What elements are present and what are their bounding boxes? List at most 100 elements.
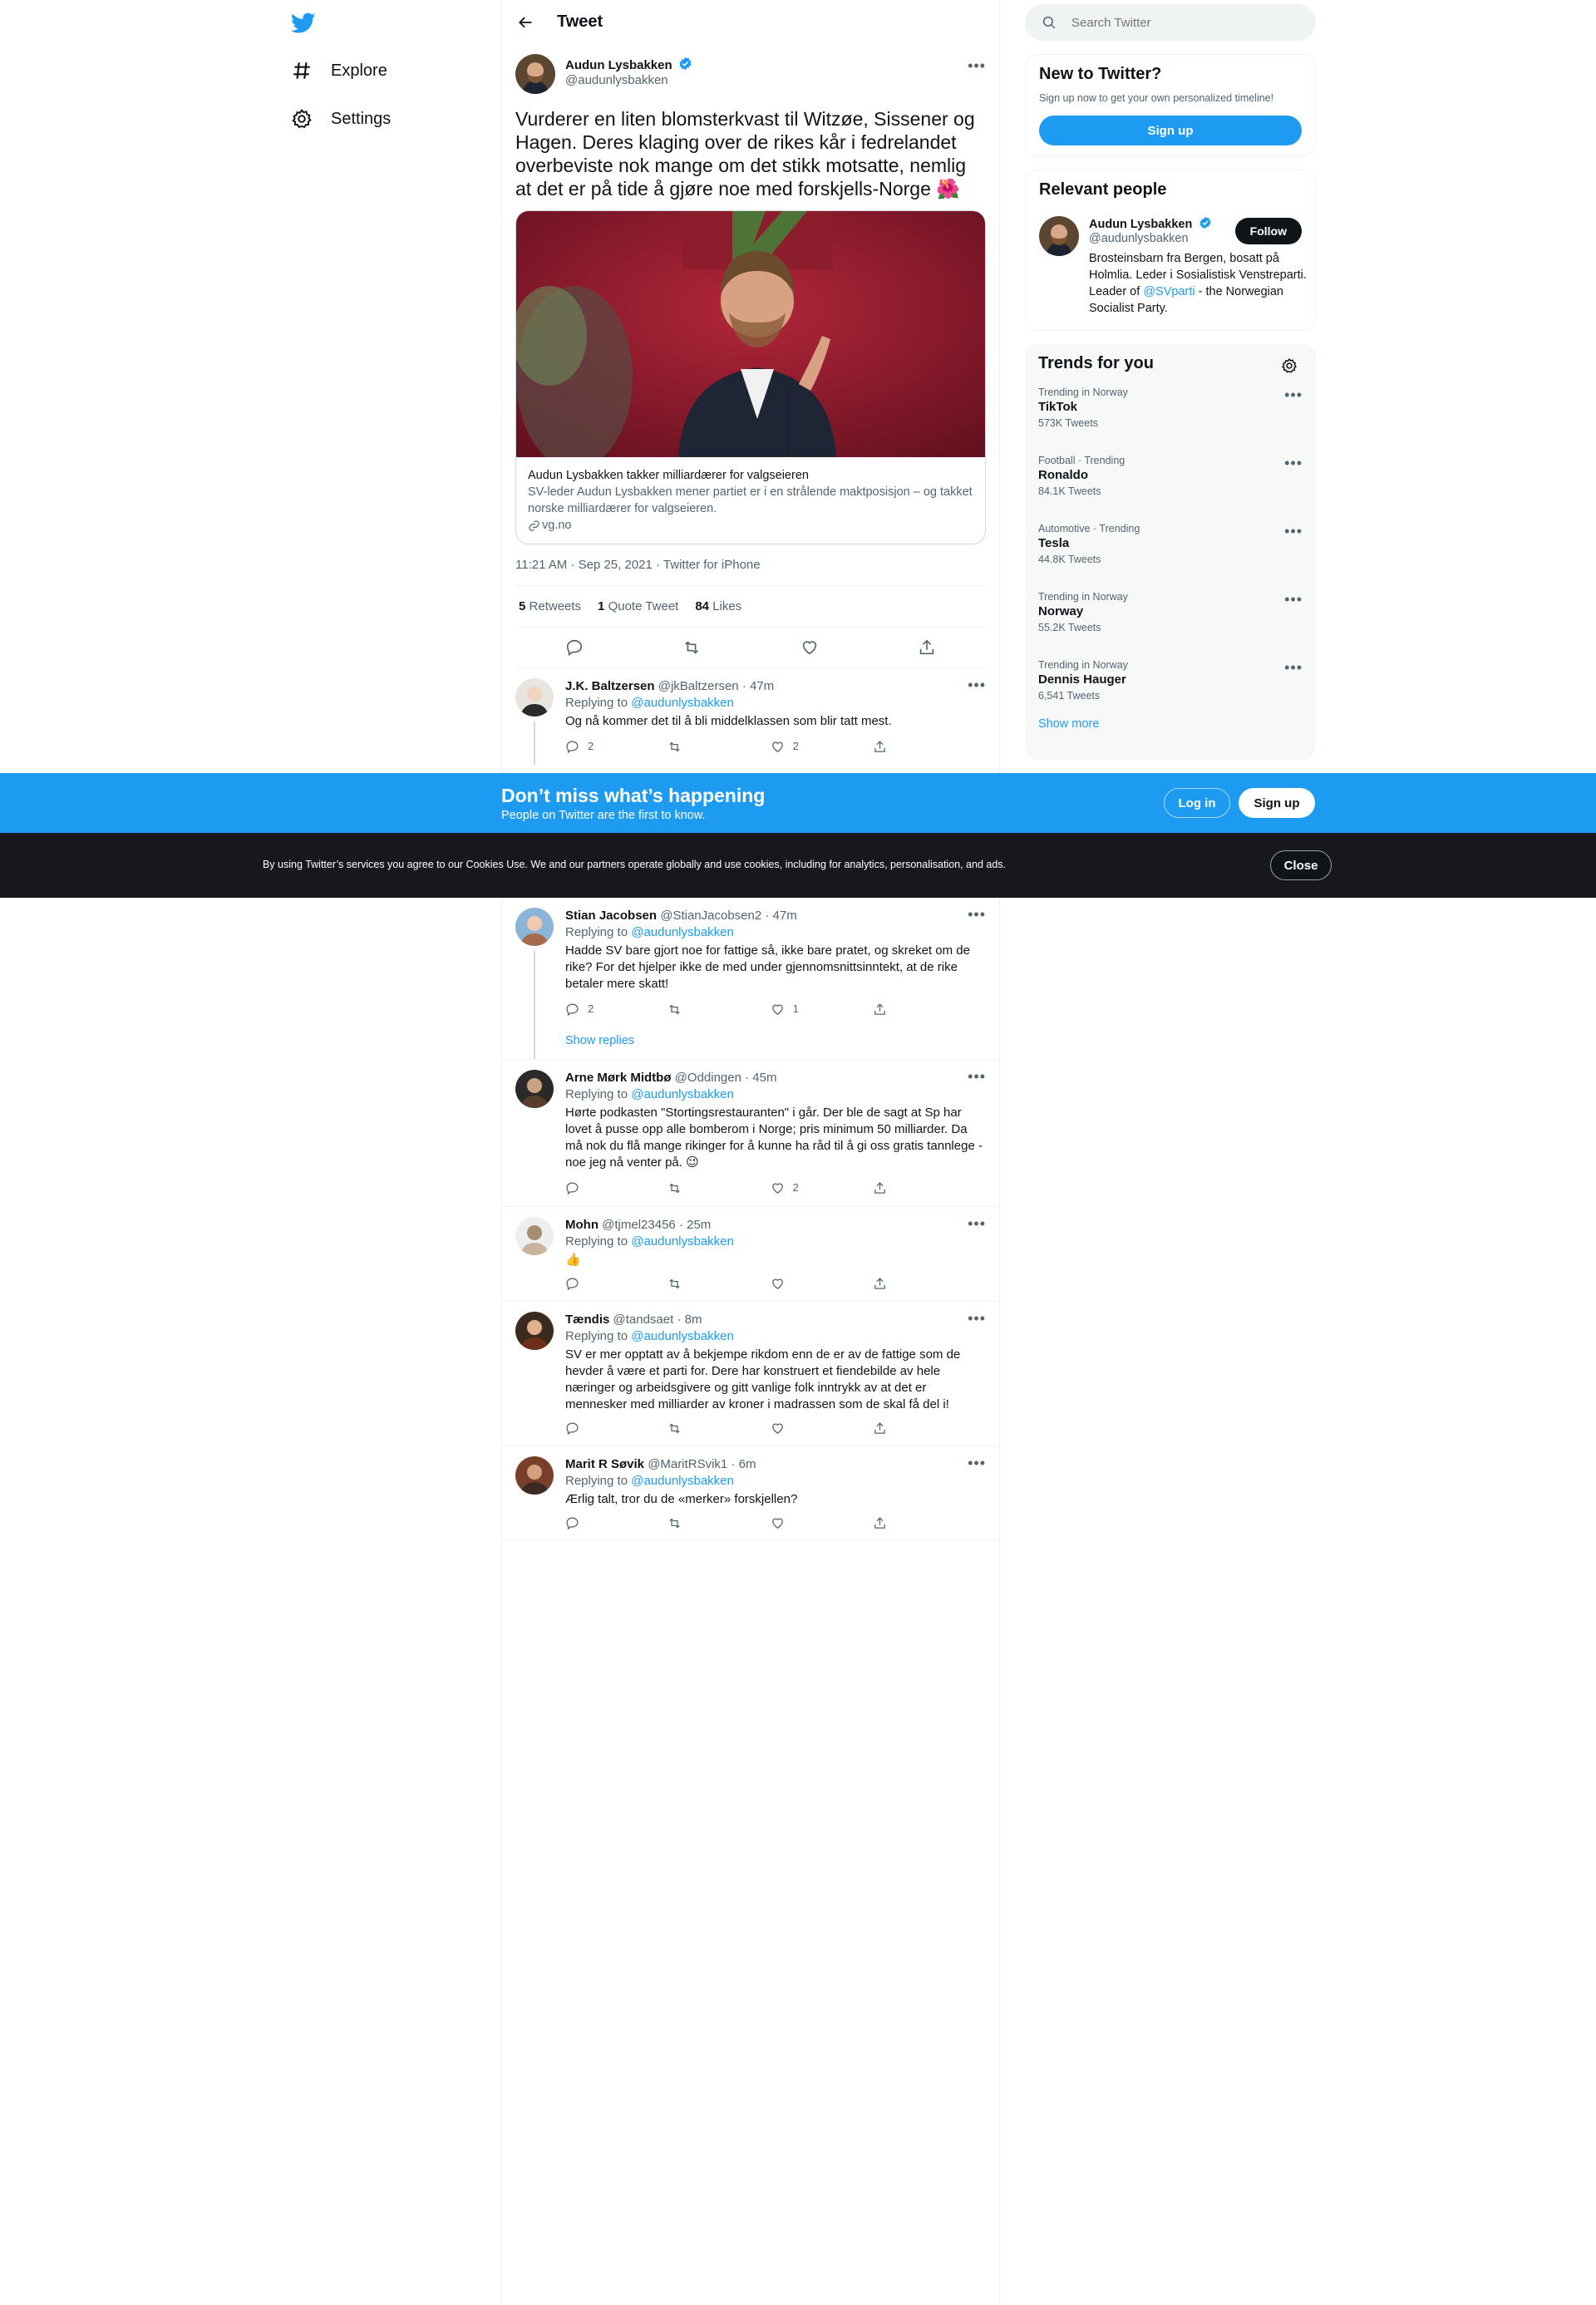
author-handle[interactable]: @audunlysbakken [565, 73, 692, 87]
reply-action-reply[interactable]: 2 [565, 738, 615, 755]
back-arrow-icon[interactable] [517, 14, 534, 31]
reply-action-like[interactable] [771, 1277, 820, 1291]
reply-author-handle[interactable]: @StianJacobsen2 [660, 909, 761, 923]
signup-button[interactable]: Sign up [1039, 116, 1302, 145]
reply-action-reply[interactable] [565, 1421, 615, 1436]
reply-action-retweet[interactable] [667, 1421, 717, 1436]
reply-more-options-icon[interactable]: ••• [968, 1455, 986, 1471]
trend-more-options-icon[interactable]: ••• [1284, 523, 1303, 540]
reply-more-options-icon[interactable]: ••• [968, 677, 986, 693]
reply-author-name[interactable]: Arne Mørk Midtbø [565, 1071, 672, 1085]
reply-avatar[interactable] [515, 1070, 554, 1108]
reply-action-reply[interactable] [565, 1277, 615, 1291]
bio-link[interactable]: @SVparti [1143, 285, 1195, 298]
trend-more-options-icon[interactable]: ••• [1284, 659, 1303, 677]
tweet-timestamp[interactable]: 11:21 AM · Sep 25, 2021 · Twitter for iP… [515, 558, 986, 586]
login-button[interactable]: Log in [1164, 788, 1230, 818]
reply-action-reply[interactable]: 2 [565, 1001, 615, 1017]
trend-more-options-icon[interactable]: ••• [1284, 455, 1303, 472]
reply-author-name[interactable]: Mohn [565, 1218, 598, 1232]
reply-time[interactable]: 47m [750, 679, 774, 693]
reply-avatar[interactable] [515, 1456, 554, 1495]
reply-more-options-icon[interactable]: ••• [968, 1215, 986, 1232]
reply-author-handle[interactable]: @tjmel23456 [602, 1218, 676, 1232]
reply-action-share[interactable] [873, 1516, 923, 1530]
reply-tweet[interactable]: Mohn @tjmel23456 · 25m Replying to @audun… [502, 1207, 999, 1302]
reply-avatar[interactable] [515, 678, 554, 717]
reply-tweet[interactable]: J.K. Baltzersen @jkBaltzersen · 47m Reply… [502, 668, 999, 765]
reply-time[interactable]: 45m [752, 1071, 776, 1085]
search-input[interactable] [1071, 15, 1288, 30]
share-icon[interactable] [918, 638, 936, 657]
replying-to-handle[interactable]: @audunlysbakken [631, 696, 734, 710]
reply-author-name[interactable]: Stian Jacobsen [565, 909, 657, 923]
reply-more-options-icon[interactable]: ••• [968, 1310, 986, 1327]
reply-author-handle[interactable]: @jkBaltzersen [658, 679, 739, 693]
replying-to-handle[interactable]: @audunlysbakken [631, 1474, 734, 1488]
reply-action-like[interactable] [771, 1516, 820, 1530]
reply-time[interactable]: 6m [739, 1457, 756, 1471]
reply-more-options-icon[interactable]: ••• [968, 1068, 986, 1085]
trend-item[interactable]: Football · Trending Ronaldo 84.1K Tweets ••… [1025, 445, 1316, 513]
reply-avatar[interactable] [515, 1312, 554, 1350]
reply-action-share[interactable] [873, 1421, 923, 1436]
reply-action-retweet[interactable] [667, 1001, 717, 1017]
reply-action-share[interactable] [873, 738, 923, 755]
author-name[interactable]: Audun Lysbakken [565, 58, 672, 72]
reply-tweet[interactable]: Tændis @tandsaet · 8m Replying to @audunl… [502, 1302, 999, 1446]
reply-author-name[interactable]: Tændis [565, 1313, 609, 1327]
nav-item-explore[interactable]: Explore [291, 47, 482, 95]
reply-action-retweet[interactable] [667, 1516, 717, 1530]
reply-avatar[interactable] [515, 1217, 554, 1255]
replying-to-handle[interactable]: @audunlysbakken [631, 1329, 734, 1343]
search-box[interactable] [1025, 4, 1316, 41]
follow-button[interactable]: Follow [1234, 218, 1302, 244]
show-more-link[interactable]: Show more [1025, 717, 1316, 731]
author-avatar[interactable] [515, 54, 555, 94]
trend-item[interactable]: Trending in Norway Norway 55.2K Tweets ••• [1025, 581, 1316, 649]
replying-to-handle[interactable]: @audunlysbakken [631, 1087, 734, 1101]
trend-item[interactable]: Automotive · Trending Tesla 44.8K Tweets ••… [1025, 513, 1316, 581]
reply-more-options-icon[interactable]: ••• [968, 906, 986, 923]
gear-icon[interactable] [1281, 357, 1298, 374]
trend-item[interactable]: Trending in Norway TikTok 573K Tweets ••• [1025, 377, 1316, 445]
reply-action-retweet[interactable] [667, 1180, 717, 1196]
person-avatar[interactable] [1039, 216, 1079, 256]
reply-tweet[interactable]: Arne Mørk Midtbø @Oddingen · 45m Replying… [502, 1060, 999, 1207]
reply-action-like[interactable] [771, 1421, 820, 1436]
reply-author-handle[interactable]: @tandsaet [613, 1313, 674, 1327]
trend-more-options-icon[interactable]: ••• [1284, 591, 1303, 608]
twitter-logo-icon[interactable] [291, 0, 482, 47]
reply-author-name[interactable]: Marit R Søvik [565, 1457, 644, 1471]
reply-tweet[interactable]: Marit R Søvik @MaritRSvik1 · 6m Replying … [502, 1446, 999, 1541]
likes-stat[interactable]: 84 Likes [695, 599, 741, 613]
reply-time[interactable]: 47m [773, 909, 797, 923]
reply-action-like[interactable]: 2 [771, 1180, 820, 1196]
reply-action-share[interactable] [873, 1277, 923, 1291]
cookie-close-button[interactable]: Close [1270, 850, 1332, 880]
link-card[interactable]: Audun Lysbakken takker milliardærer for … [515, 210, 986, 544]
replying-to-handle[interactable]: @audunlysbakken [631, 1234, 734, 1249]
reply-action-retweet[interactable] [667, 738, 717, 755]
reply-action-like[interactable]: 2 [771, 738, 820, 755]
reply-action-share[interactable] [873, 1180, 923, 1196]
more-options-icon[interactable]: ••• [968, 57, 986, 75]
reply-action-retweet[interactable] [667, 1277, 717, 1291]
reply-action-share[interactable] [873, 1001, 923, 1017]
retweets-stat[interactable]: 5 Retweets [519, 599, 581, 613]
reply-tweet[interactable]: Stian Jacobsen @StianJacobsen2 · 47m Repl… [502, 898, 999, 1060]
like-icon[interactable] [800, 638, 819, 657]
trend-more-options-icon[interactable]: ••• [1284, 387, 1303, 404]
bottom-signup-button[interactable]: Sign up [1239, 788, 1315, 818]
reply-author-handle[interactable]: @MaritRSvik1 [648, 1457, 727, 1471]
reply-time[interactable]: 8m [685, 1313, 702, 1327]
reply-author-handle[interactable]: @Oddingen [675, 1071, 741, 1085]
replying-to-handle[interactable]: @audunlysbakken [631, 925, 734, 939]
reply-action-reply[interactable] [565, 1180, 615, 1196]
person-name[interactable]: Audun Lysbakken [1089, 218, 1192, 231]
retweet-icon[interactable] [682, 638, 701, 657]
quotes-stat[interactable]: 1 Quote Tweet [598, 599, 678, 613]
reply-icon[interactable] [565, 638, 584, 657]
nav-item-settings[interactable]: Settings [291, 95, 482, 143]
show-replies-link[interactable]: Show replies [565, 1032, 986, 1049]
